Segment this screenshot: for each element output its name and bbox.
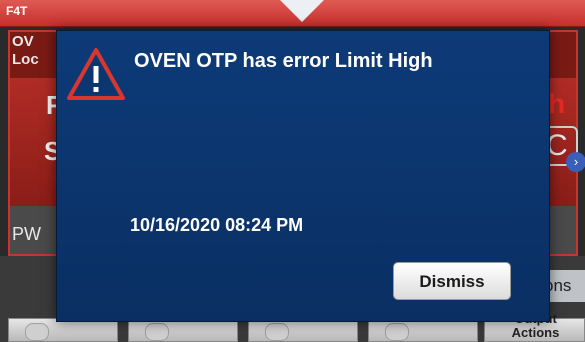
key-indicator-icon xyxy=(25,323,49,341)
app-label: F4T xyxy=(6,4,28,18)
alert-timestamp: 10/16/2020 08:24 PM xyxy=(130,215,304,235)
key-indicator-icon xyxy=(265,323,289,341)
dropdown-tab-icon[interactable] xyxy=(280,0,324,22)
alert-title: OVEN OTP has error Limit High xyxy=(134,50,433,72)
key-indicator-icon xyxy=(385,323,409,341)
warning-triangle-icon xyxy=(67,48,125,100)
chevron-right-icon[interactable]: › xyxy=(566,152,585,172)
profile-location-partial: Loc xyxy=(12,51,39,68)
row1-value-partial: h xyxy=(548,88,566,119)
dismiss-button[interactable]: Dismiss xyxy=(393,262,511,300)
key-indicator-icon xyxy=(145,323,169,341)
output-actions-line2: Actions xyxy=(511,325,560,340)
footer-label-partial: PW xyxy=(12,224,41,244)
profile-name-partial: OV xyxy=(12,33,34,50)
